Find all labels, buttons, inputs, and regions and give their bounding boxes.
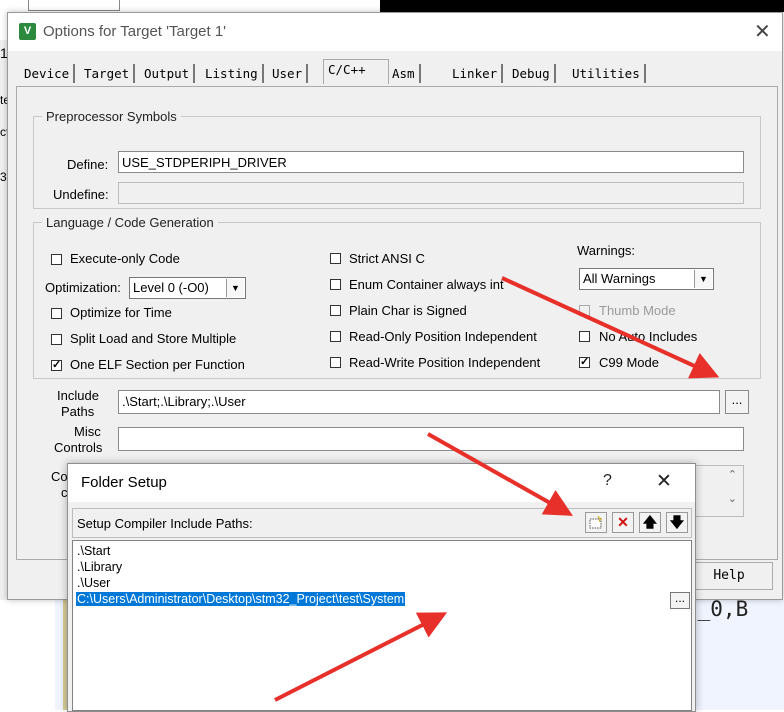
controls-label: Controls <box>54 440 103 455</box>
tab-listing[interactable]: Listing <box>201 64 264 83</box>
setup-paths-label: Setup Compiler Include Paths: <box>77 516 253 531</box>
selected-path-text[interactable]: C:\Users\Administrator\Desktop\stm32_Pro… <box>76 592 406 606</box>
list-item[interactable]: .\User <box>77 576 110 590</box>
scroll-down-icon[interactable]: ⌄ <box>728 492 737 505</box>
background-char: 3 <box>0 170 7 184</box>
misc-label: Misc <box>74 424 101 439</box>
no-auto-includes-checkbox[interactable] <box>579 331 590 342</box>
undefine-label: Undefine: <box>53 187 109 202</box>
delete-icon[interactable]: ✕ <box>612 512 634 533</box>
tab-output[interactable]: Output <box>140 64 196 83</box>
tab-user[interactable]: User <box>268 64 309 83</box>
tab-strip: Device Target Output Listing User C/C++ … <box>8 59 782 85</box>
thumb-mode-label: Thumb Mode <box>599 303 676 318</box>
include-paths-browse-button[interactable]: ... <box>725 390 749 414</box>
scroll-up-icon[interactable]: ⌃ <box>728 468 737 481</box>
move-up-icon[interactable]: 🡅 <box>639 512 661 533</box>
list-item[interactable]: .\Start <box>77 544 110 558</box>
include-paths-field[interactable]: .\Start;.\Library;.\User <box>118 390 720 414</box>
enum-container-label: Enum Container always int <box>349 277 504 292</box>
define-field[interactable]: USE_STDPERIPH_DRIVER <box>118 151 744 173</box>
ro-position-label: Read-Only Position Independent <box>349 329 537 344</box>
tab-debug[interactable]: Debug <box>508 64 556 83</box>
plain-char-label: Plain Char is Signed <box>349 303 467 318</box>
execute-only-label: Execute-only Code <box>70 251 180 266</box>
warnings-select[interactable]: All Warnings ▼ <box>579 268 714 290</box>
define-label: Define: <box>67 157 109 172</box>
ro-position-checkbox[interactable] <box>330 331 341 342</box>
background-tab <box>28 0 120 11</box>
undefine-field[interactable] <box>118 182 744 204</box>
help-button[interactable]: Help <box>685 562 773 590</box>
plain-char-checkbox[interactable] <box>330 305 341 316</box>
tab-linker[interactable]: Linker <box>448 64 504 83</box>
warnings-label: Warnings: <box>577 243 636 258</box>
one-elf-label: One ELF Section per Function <box>70 357 245 372</box>
misc-controls-field[interactable] <box>118 427 744 451</box>
execute-only-checkbox[interactable] <box>51 254 62 265</box>
one-elf-checkbox[interactable]: ✓ <box>51 360 62 371</box>
include-paths-list[interactable]: .\Start .\Library .\User C:\Users\Admini… <box>72 540 692 711</box>
list-item[interactable]: .\Library <box>77 560 122 574</box>
thumb-mode-checkbox[interactable] <box>579 305 590 316</box>
split-load-label: Split Load and Store Multiple <box>70 331 237 346</box>
include-label: Include <box>57 388 99 403</box>
compiler-control-label: Co <box>51 469 68 484</box>
enum-container-checkbox[interactable] <box>330 279 341 290</box>
split-load-checkbox[interactable] <box>51 334 62 345</box>
optimize-time-checkbox[interactable] <box>51 308 62 319</box>
optimization-value: Level 0 (-O0) <box>133 280 209 295</box>
new-folder-icon[interactable] <box>585 512 607 533</box>
dialog-titlebar: V Options for Target 'Target 1' ✕ <box>8 13 782 51</box>
optimize-time-label: Optimize for Time <box>70 305 172 320</box>
move-down-icon[interactable]: 🡇 <box>666 512 688 533</box>
optimization-label: Optimization: <box>45 280 121 295</box>
tab-c-cpp[interactable]: C/C++ <box>323 59 389 84</box>
c99-mode-checkbox[interactable]: ✓ <box>579 357 590 368</box>
background-dark-region <box>380 0 784 12</box>
warnings-value: All Warnings <box>583 271 656 286</box>
preprocessor-legend: Preprocessor Symbols <box>46 109 177 124</box>
help-icon[interactable]: ? <box>603 472 612 490</box>
dialog-title: Options for Target 'Target 1' <box>43 23 227 40</box>
no-auto-includes-label: No Auto Includes <box>599 329 698 344</box>
language-legend: Language / Code Generation <box>46 215 214 230</box>
app-icon: V <box>19 23 36 40</box>
tab-asm[interactable]: Asm <box>388 64 421 83</box>
rw-position-label: Read-Write Position Independent <box>349 355 541 370</box>
rw-position-checkbox[interactable] <box>330 357 341 368</box>
paths-label: Paths <box>61 404 95 419</box>
tab-target[interactable]: Target <box>80 64 136 83</box>
strict-ansi-checkbox[interactable] <box>330 253 341 264</box>
tab-utilities[interactable]: Utilities <box>568 64 646 83</box>
tab-device[interactable]: Device <box>20 64 76 83</box>
path-browse-button[interactable]: ... <box>670 592 690 609</box>
dropdown-arrow-icon: ▼ <box>694 270 712 288</box>
c99-mode-label: C99 Mode <box>599 355 659 370</box>
close-icon[interactable]: ✕ <box>656 470 672 493</box>
folder-dialog-title: Folder Setup <box>81 474 167 491</box>
optimization-select[interactable]: Level 0 (-O0) ▼ <box>129 277 246 299</box>
dropdown-arrow-icon: ▼ <box>226 279 244 297</box>
include-paths-toolbar: Setup Compiler Include Paths: ✕ 🡅 🡇 <box>72 508 692 538</box>
folder-setup-dialog: Folder Setup ? ✕ Setup Compiler Include … <box>67 463 696 712</box>
folder-dialog-titlebar: Folder Setup ? ✕ <box>68 464 695 502</box>
close-icon[interactable]: ✕ <box>754 19 771 44</box>
list-item-selected[interactable]: C:\Users\Administrator\Desktop\stm32_Pro… <box>76 592 666 609</box>
strict-ansi-label: Strict ANSI C <box>349 251 425 266</box>
